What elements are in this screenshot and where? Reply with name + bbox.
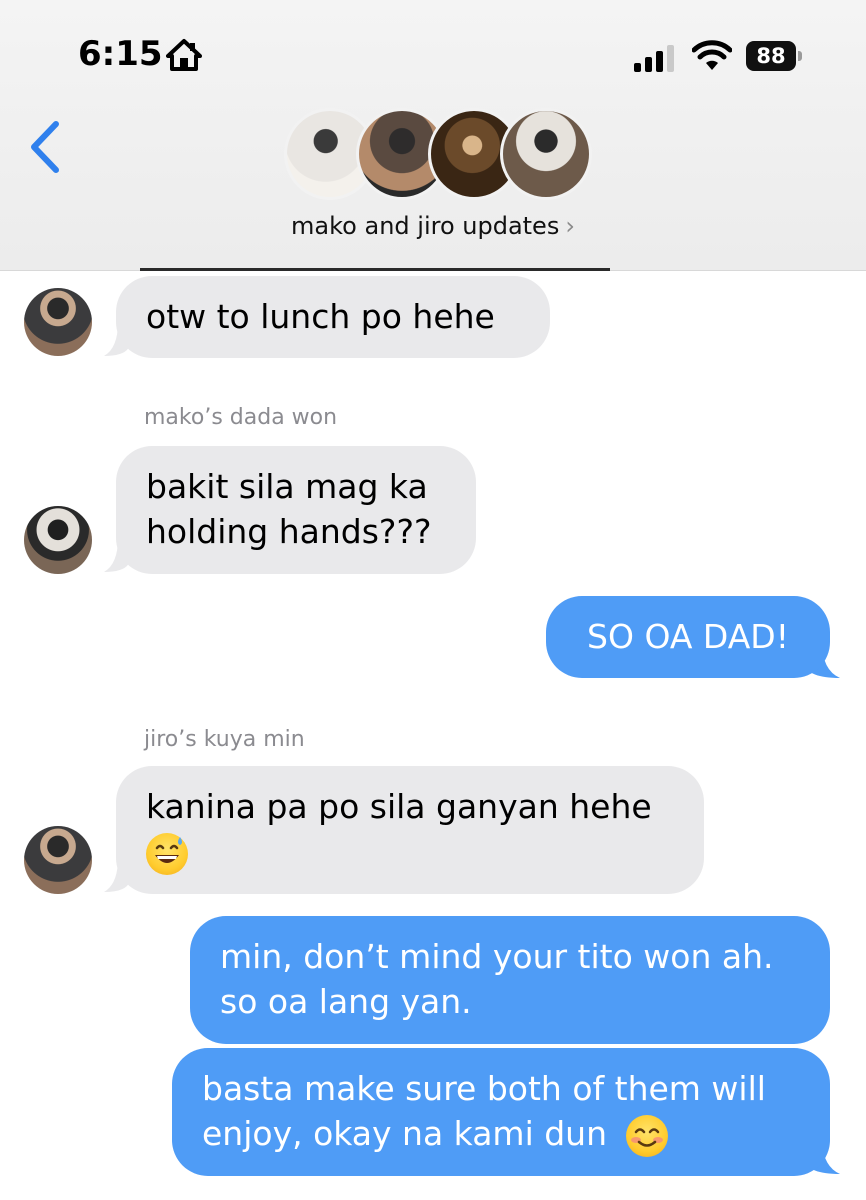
chevron-left-icon[interactable] xyxy=(28,120,62,174)
message-emoji-line xyxy=(146,829,674,875)
message-text-line: basta make sure both of them will xyxy=(202,1069,766,1108)
sender-label: jiro’s kuya min xyxy=(144,727,305,752)
battery-level: 88 xyxy=(746,41,796,71)
message-text: enjoy, okay na kami dun xyxy=(202,1114,608,1153)
chevron-right-icon: › xyxy=(565,212,575,240)
group-name-label: mako and jiro updates xyxy=(291,212,560,240)
home-icon xyxy=(166,39,202,71)
message-text-line: bakit sila mag ka xyxy=(146,467,428,506)
battery-icon: 88 xyxy=(746,41,802,71)
avatar[interactable] xyxy=(24,506,92,574)
grinning-sweat-emoji xyxy=(146,832,188,875)
signal-icon xyxy=(634,45,674,72)
message-bubble-outgoing[interactable]: SO OA DAD! xyxy=(546,596,830,678)
message-text: otw to lunch po hehe xyxy=(146,297,495,336)
message-bubble-incoming[interactable]: bakit sila mag ka holding hands??? xyxy=(116,446,476,574)
conversation-header: 6:15 88 mako and jiro updates › xyxy=(0,0,866,271)
message-text-line: kanina pa po sila ganyan hehe xyxy=(146,787,652,826)
group-name[interactable]: mako and jiro updates › xyxy=(0,212,866,240)
message-text-line: so oa lang yan. xyxy=(220,982,472,1021)
avatar[interactable] xyxy=(24,288,92,356)
sender-label: mako’s dada won xyxy=(144,405,338,430)
message-bubble-incoming[interactable]: kanina pa po sila ganyan hehe xyxy=(116,766,704,894)
smiling-emoji xyxy=(625,1114,668,1157)
group-avatars[interactable] xyxy=(284,108,592,204)
message-bubble-outgoing[interactable]: basta make sure both of them will enjoy,… xyxy=(172,1048,830,1176)
message-text-line: min, don’t mind your tito won ah. xyxy=(220,937,774,976)
status-time: 6:15 xyxy=(78,34,163,74)
group-avatar-4 xyxy=(500,108,592,200)
avatar[interactable] xyxy=(24,826,92,894)
message-bubble-outgoing[interactable]: min, don’t mind your tito won ah. so oa … xyxy=(190,916,830,1044)
wifi-icon xyxy=(692,40,732,70)
message-text-line: holding hands??? xyxy=(146,512,432,551)
message-bubble-incoming[interactable]: otw to lunch po hehe xyxy=(116,276,550,358)
previous-media-edge xyxy=(140,268,610,271)
message-text-line: enjoy, okay na kami dun xyxy=(202,1111,800,1157)
message-text: SO OA DAD! xyxy=(587,617,789,656)
